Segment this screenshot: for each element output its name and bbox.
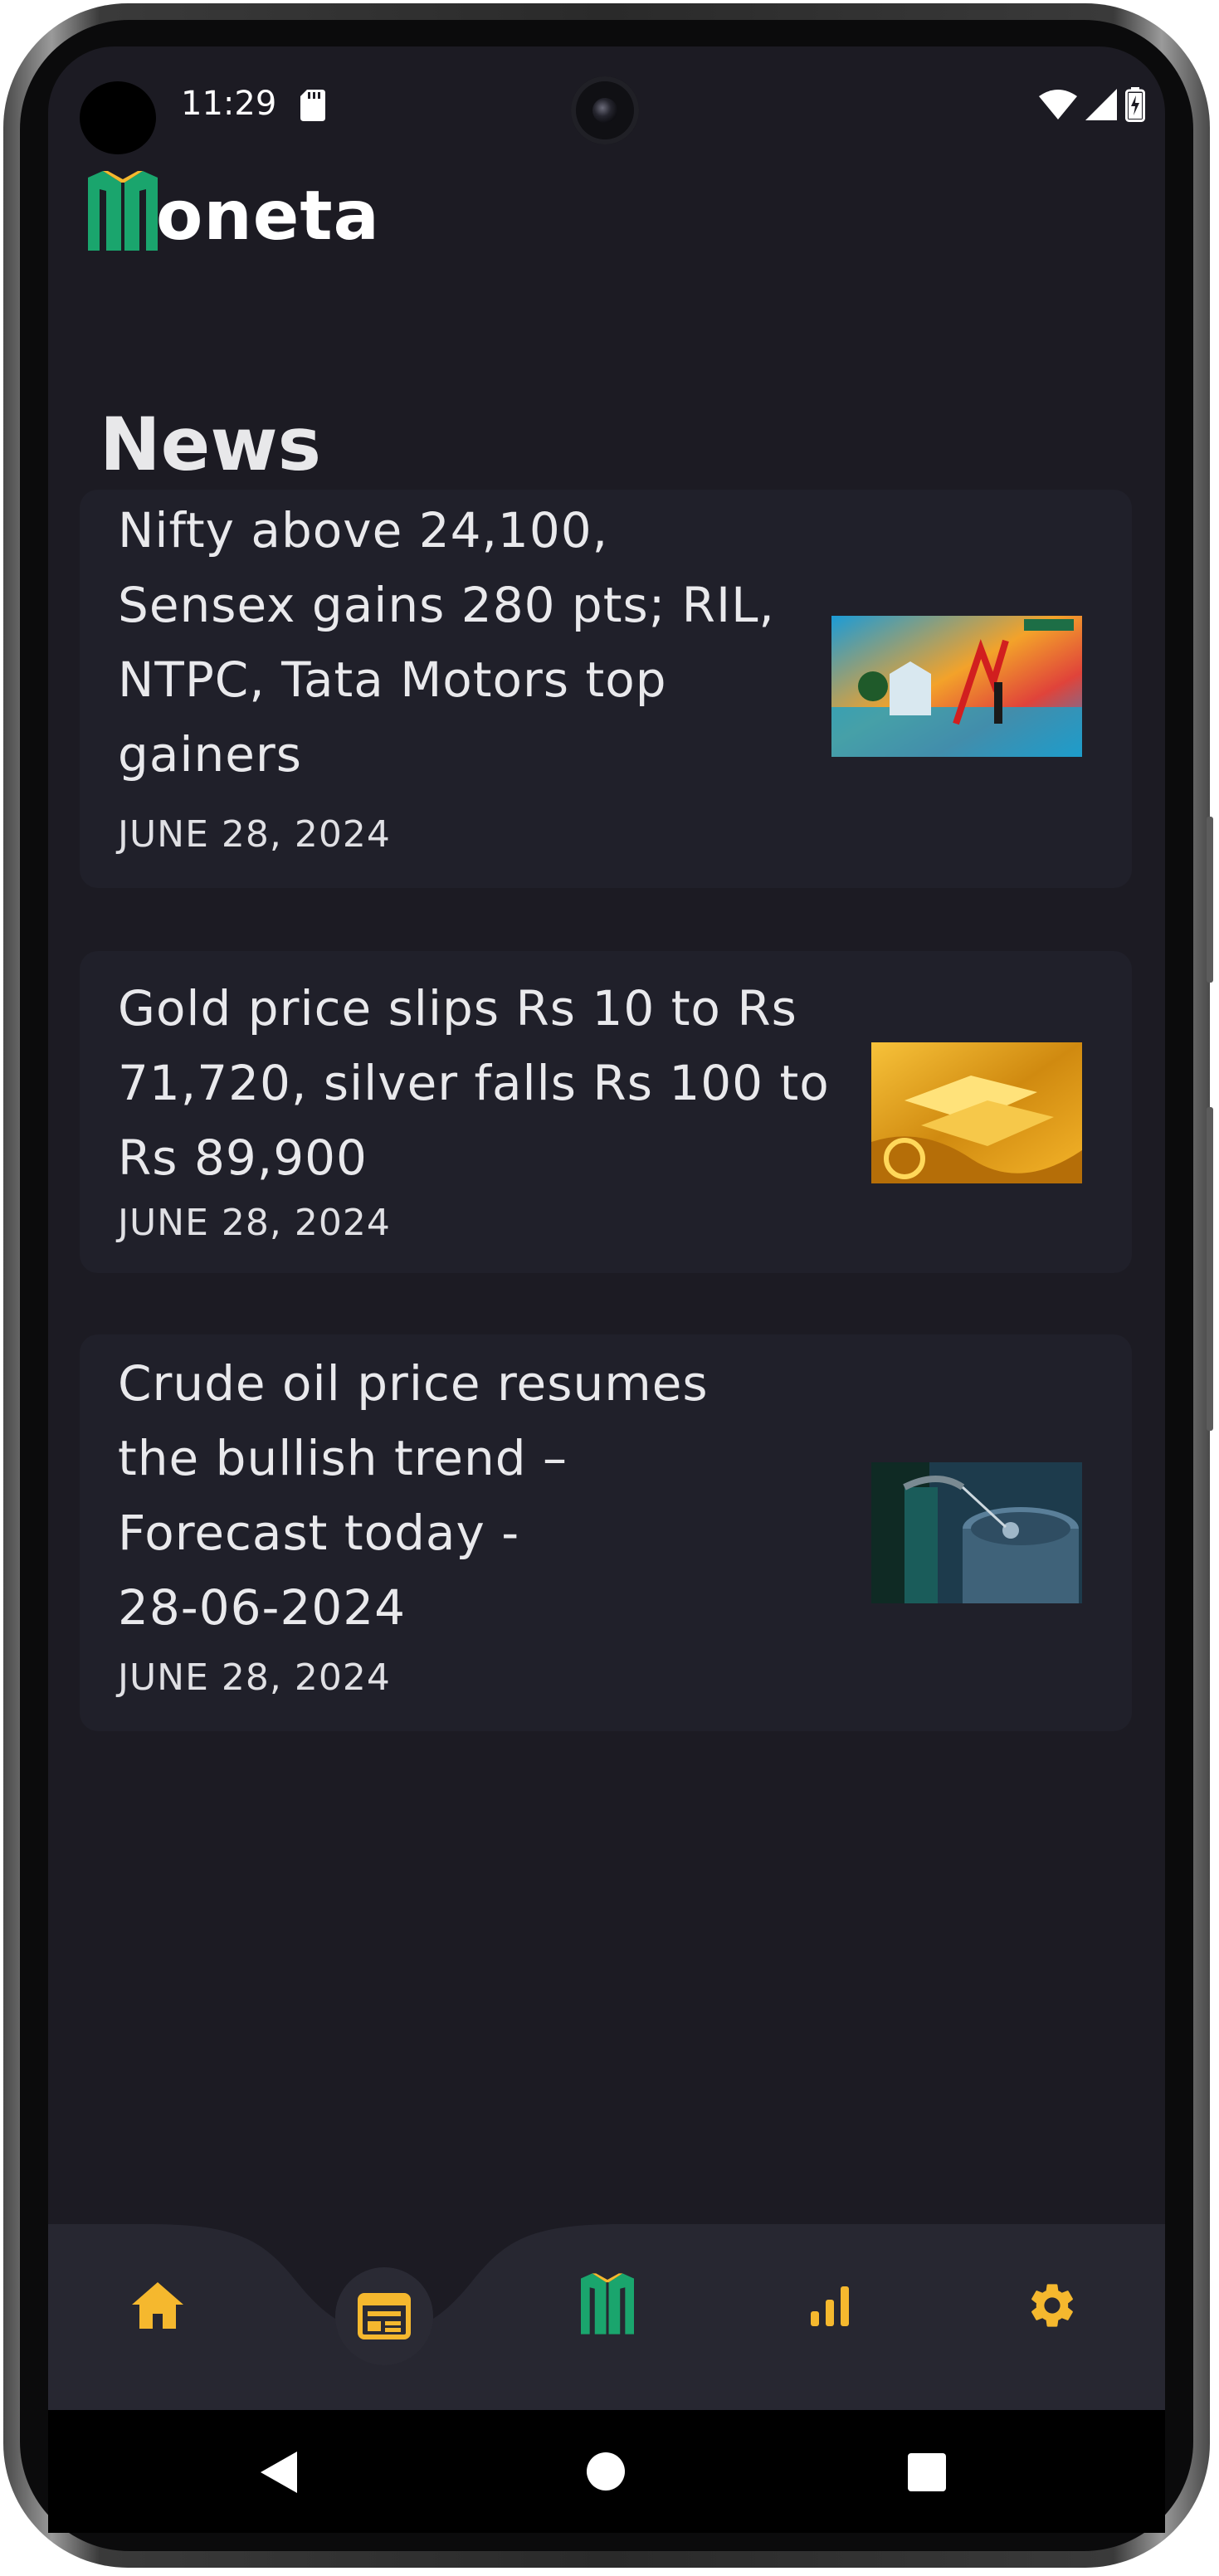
moneta-logo-mark: [88, 171, 158, 251]
headline-line: Gold price slips Rs 10 to Rs: [118, 980, 797, 1037]
front-camera: [571, 76, 639, 144]
headline-line: 71,720, silver falls Rs 100 to: [118, 1055, 830, 1111]
status-icons: [1039, 85, 1145, 124]
news-card[interactable]: Nifty above 24,100, Sensex gains 280 pts…: [80, 490, 1132, 888]
nav-settings-button[interactable]: [1019, 2272, 1085, 2339]
sd-card-icon: [300, 90, 325, 121]
nav-moneta-button[interactable]: [574, 2271, 641, 2337]
home-icon: [132, 2282, 183, 2329]
wifi-icon: [1039, 90, 1077, 120]
headline-line: Forecast today -: [118, 1505, 520, 1561]
news-headline: Nifty above 24,100, Sensex gains 280 pts…: [118, 493, 775, 792]
headline-line: NTPC, Tata Motors top: [118, 651, 667, 708]
back-icon[interactable]: [261, 2452, 297, 2493]
news-date: JUNE 28, 2024: [118, 813, 391, 856]
bar-chart-icon: [811, 2286, 849, 2326]
oil-barrel-image: [871, 1462, 1082, 1603]
system-navigation-bar: [48, 2410, 1165, 2533]
recents-icon[interactable]: [908, 2453, 946, 2491]
nav-stats-button[interactable]: [797, 2272, 863, 2339]
power-button: [1207, 1107, 1213, 1431]
headline-line: Nifty above 24,100,: [118, 502, 609, 559]
battery-charging-icon: [1125, 87, 1145, 122]
nav-news-button[interactable]: [335, 2267, 433, 2365]
app-logo: oneta: [88, 171, 380, 251]
app-screen: 11:29 oneta News Nifty above 24,100, Sen…: [48, 46, 1165, 2410]
news-date: JUNE 28, 2024: [118, 1202, 391, 1244]
home-circle-icon[interactable]: [586, 2452, 626, 2491]
headline-line: the bullish trend –: [118, 1430, 568, 1486]
bottom-navigation-bar: [48, 2224, 1165, 2410]
page-title: News: [100, 402, 322, 487]
news-card[interactable]: Gold price slips Rs 10 to Rs 71,720, sil…: [80, 951, 1132, 1273]
gear-icon: [1031, 2284, 1073, 2327]
logo-text: oneta: [156, 177, 380, 256]
punch-hole: [80, 81, 156, 154]
headline-line: Sensex gains 280 pts; RIL,: [118, 577, 775, 633]
status-bar: 11:29: [48, 46, 1165, 163]
headline-line: 28-06-2024: [118, 1579, 407, 1636]
newspaper-icon: [358, 2293, 411, 2339]
nav-home-button[interactable]: [124, 2272, 191, 2339]
news-headline: Crude oil price resumes the bullish tren…: [118, 1346, 709, 1645]
headline-line: gainers: [118, 726, 302, 783]
moneta-logo-icon: [581, 2273, 634, 2334]
news-headline: Gold price slips Rs 10 to Rs 71,720, sil…: [118, 971, 830, 1195]
news-date: JUNE 28, 2024: [118, 1656, 391, 1699]
headline-line: Rs 89,900: [118, 1129, 368, 1186]
headline-line: Crude oil price resumes: [118, 1355, 709, 1412]
status-time: 11:29: [181, 85, 277, 123]
signal-icon: [1085, 89, 1117, 120]
volume-button: [1207, 817, 1213, 983]
stock-market-bull-image: [831, 616, 1082, 757]
gold-bars-image: [871, 1042, 1082, 1183]
news-card[interactable]: Crude oil price resumes the bullish tren…: [80, 1334, 1132, 1731]
